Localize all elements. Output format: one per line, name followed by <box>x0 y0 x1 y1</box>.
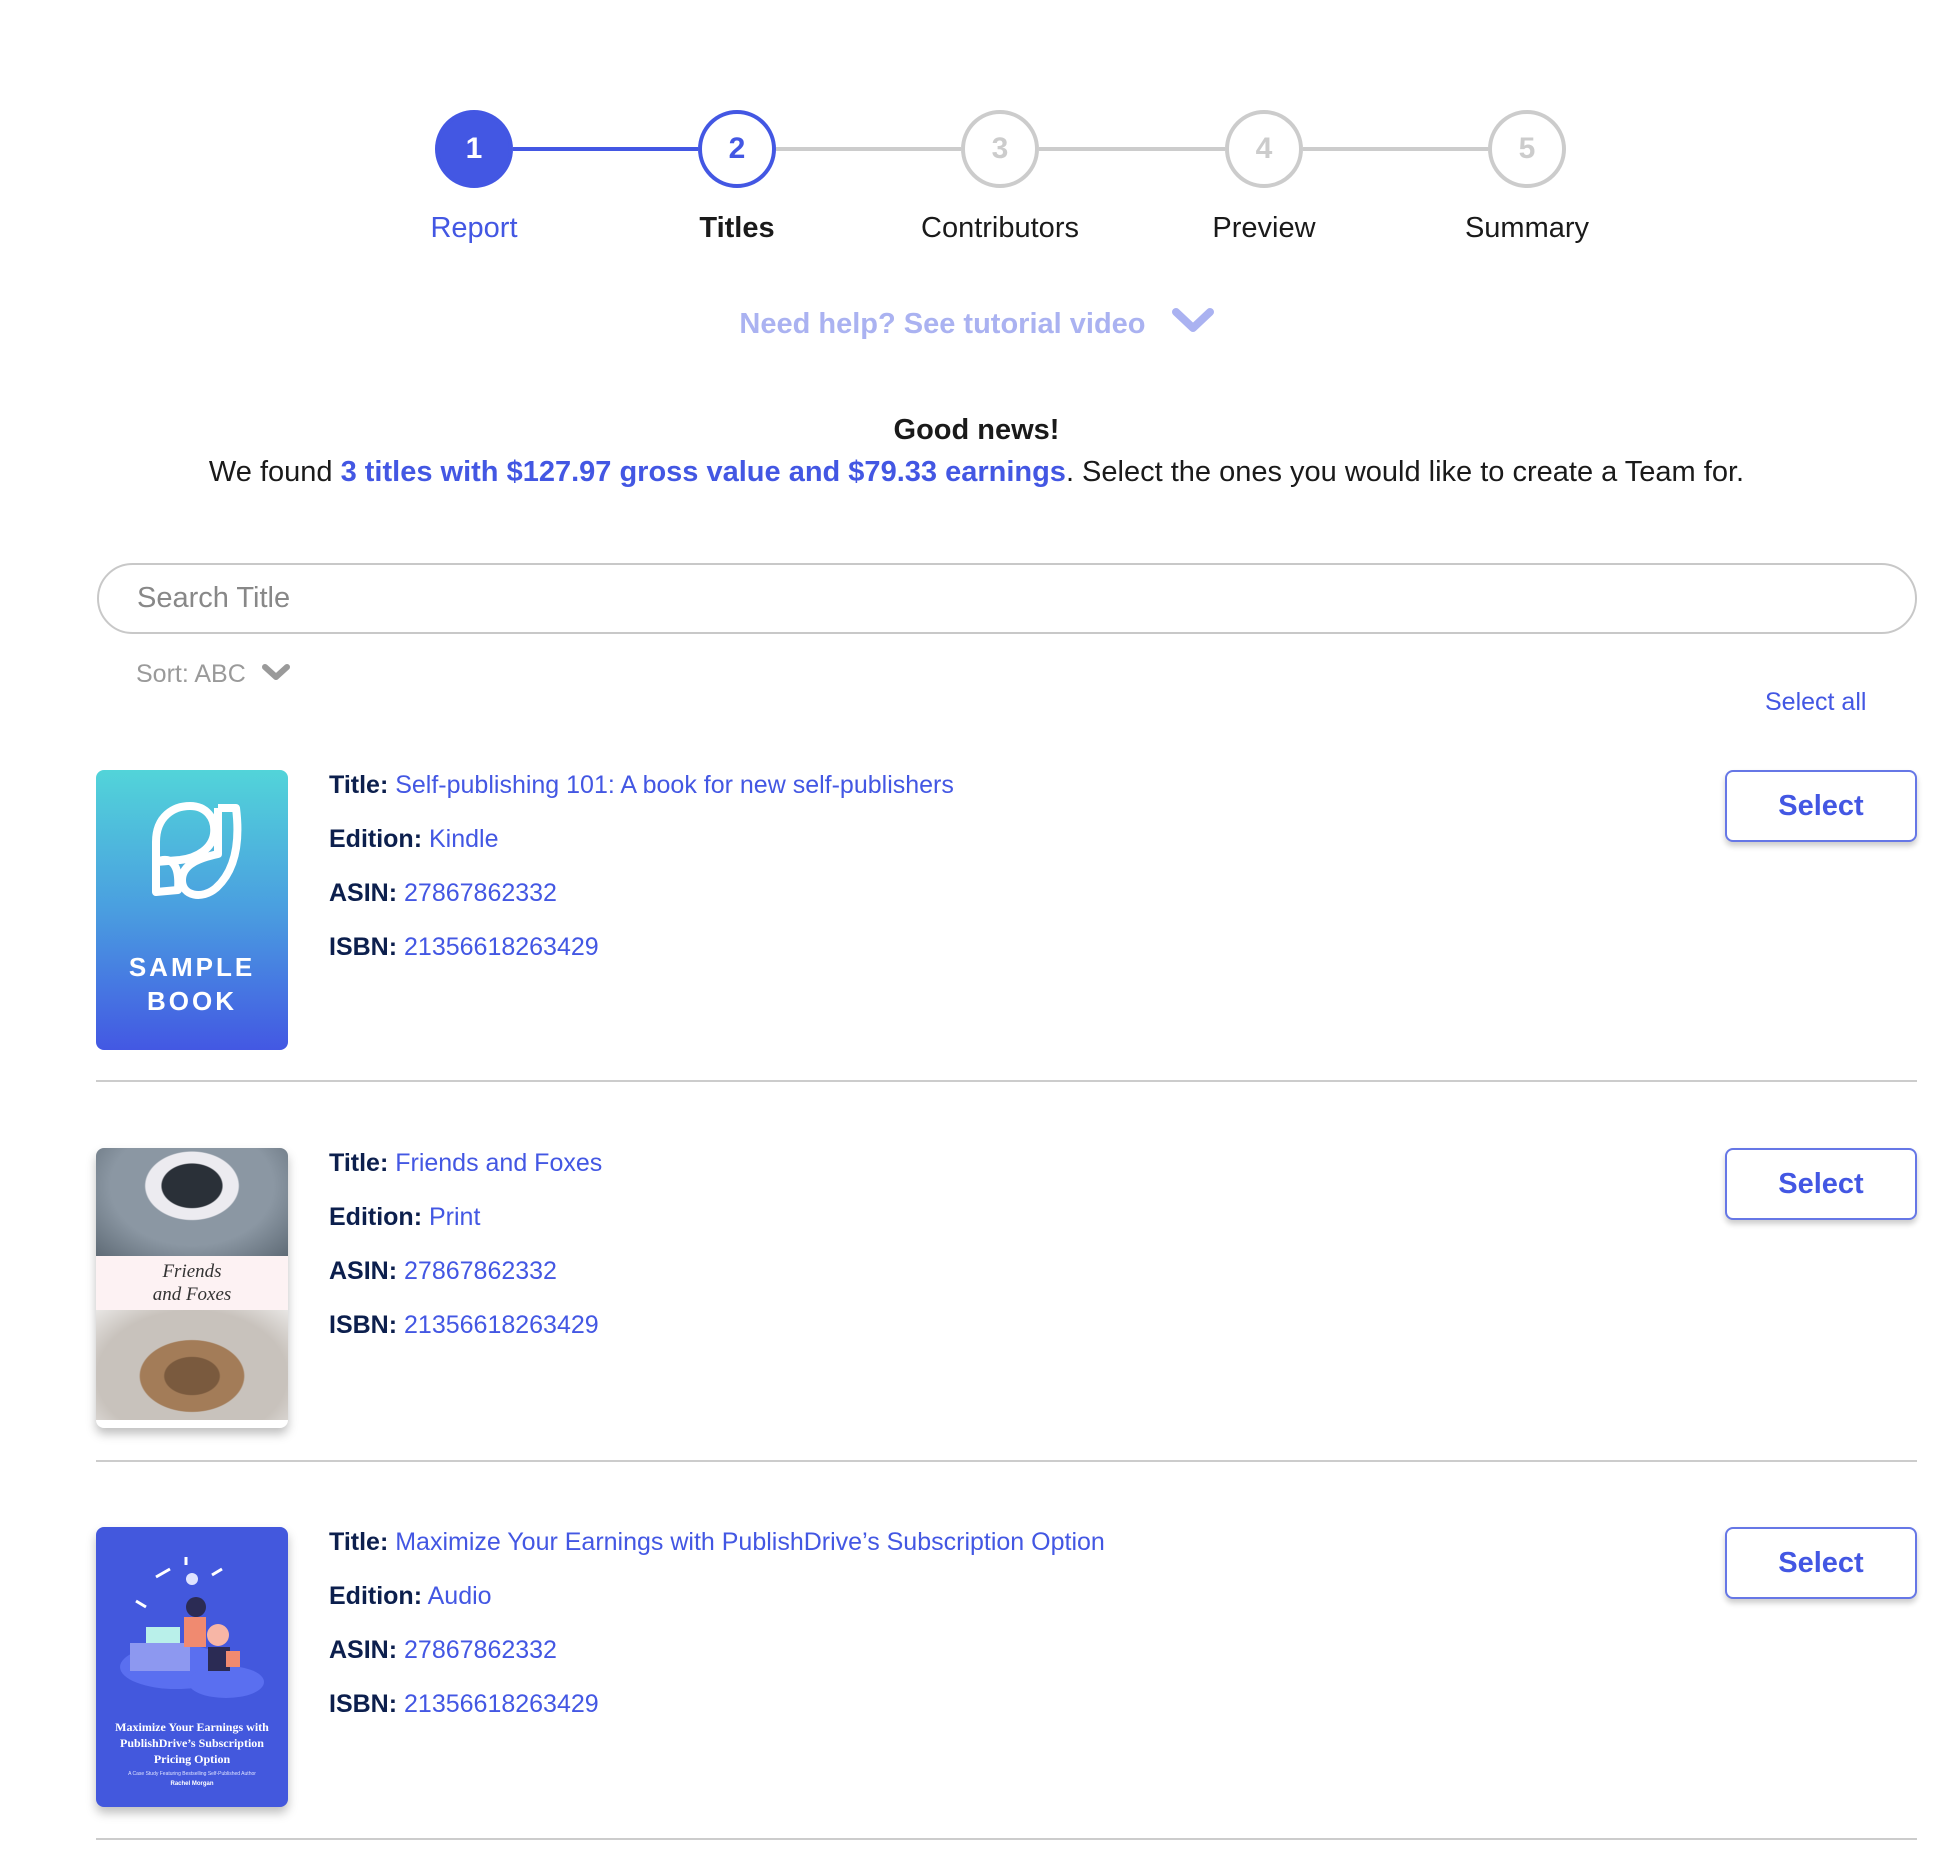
detail-asin: ASIN: 27867862332 <box>329 1635 1105 1689</box>
title-details: Title: Friends and Foxes Edition: Print … <box>329 1148 602 1364</box>
detail-value: 27867862332 <box>404 1636 557 1664</box>
cover-image-coffee <box>96 1148 288 1256</box>
detail-asin: ASIN: 27867862332 <box>329 1256 602 1310</box>
detail-edition: Edition: Kindle <box>329 824 954 878</box>
detail-key: ASIN: <box>329 1257 398 1285</box>
progress-stepper: 1 2 3 4 5 Report Titles Contributors Pre… <box>0 0 1953 260</box>
detail-title: Title: Self-publishing 101: A book for n… <box>329 770 954 824</box>
publishdrive-logo-icon <box>136 800 248 909</box>
book-cover: Friends and Foxes <box>96 1148 288 1428</box>
detail-value: 21356618263429 <box>404 1690 599 1718</box>
title-row: Maximize Your Earnings with PublishDrive… <box>96 1527 1917 1811</box>
detail-key: Title: <box>329 1149 389 1177</box>
cover-author: Rachel Morgan <box>170 1781 214 1787</box>
step-2-circle[interactable]: 2 <box>698 110 776 188</box>
cover-caption: SAMPLE BOOK <box>96 950 288 1018</box>
found-highlight: 3 titles with $127.97 gross value and $7… <box>340 456 1066 488</box>
detail-key: ISBN: <box>329 1690 398 1718</box>
step-label-preview: Preview <box>1212 212 1316 244</box>
row-divider <box>96 1460 1917 1462</box>
tutorial-video-label: Need help? See tutorial video <box>739 308 1146 340</box>
row-divider <box>96 1838 1917 1840</box>
detail-edition: Edition: Audio <box>329 1581 1105 1635</box>
cover-caption-line: and Foxes <box>152 1284 232 1305</box>
step-label-report[interactable]: Report <box>354 212 594 245</box>
select-title-button[interactable]: Select <box>1725 1148 1917 1220</box>
detail-value: Print <box>428 1203 481 1231</box>
step-label-titles: Titles <box>699 212 775 244</box>
detail-edition: Edition: Print <box>329 1202 602 1256</box>
detail-key: ASIN: <box>329 879 398 907</box>
search-title-input[interactable] <box>97 563 1917 634</box>
cover-subtitle: A Case Study Featuring Bestselling Self-… <box>128 1771 256 1777</box>
detail-key: ASIN: <box>329 1636 398 1664</box>
title-row: Friends and Foxes Title: Friends and Fox… <box>96 1148 1917 1432</box>
select-title-button[interactable]: Select <box>1725 770 1917 842</box>
found-suffix: . Select the ones you would like to crea… <box>1065 456 1745 488</box>
step-connector <box>513 147 698 151</box>
step-connector <box>1303 147 1488 151</box>
found-prefix: We found <box>208 456 341 488</box>
book-cover: Maximize Your Earnings with PublishDrive… <box>96 1527 288 1807</box>
chevron-down-icon <box>1171 308 1214 342</box>
book-cover: SAMPLE BOOK <box>96 770 288 1050</box>
cover-caption-line: Friends <box>162 1261 222 1282</box>
cover-image-fox <box>96 1310 288 1420</box>
detail-key: ISBN: <box>329 1311 398 1339</box>
detail-value: Maximize Your Earnings with PublishDrive… <box>395 1528 1105 1556</box>
detail-isbn: ISBN: 21356618263429 <box>329 1310 602 1364</box>
detail-value: 21356618263429 <box>404 933 599 961</box>
detail-key: Edition: <box>329 825 423 853</box>
step-connector <box>776 147 961 151</box>
row-divider <box>96 1080 1917 1082</box>
detail-isbn: ISBN: 21356618263429 <box>329 932 954 986</box>
detail-key: Title: <box>329 1528 389 1556</box>
detail-value: 27867862332 <box>404 879 557 907</box>
title-row: SAMPLE BOOK Title: Self-publishing 101: … <box>96 770 1917 1050</box>
cover-caption-line: SAMPLE <box>128 952 256 982</box>
step-3-circle: 3 <box>961 110 1039 188</box>
found-summary: We found 3 titles with $127.97 gross val… <box>0 456 1953 489</box>
title-details: Title: Self-publishing 101: A book for n… <box>329 770 954 986</box>
step-label-summary: Summary <box>1464 212 1590 244</box>
sort-label: Sort: ABC <box>136 660 246 688</box>
step-4-circle: 4 <box>1225 110 1303 188</box>
detail-value: 21356618263429 <box>404 1311 599 1339</box>
detail-value: Kindle <box>428 825 499 853</box>
cover-caption-line: BOOK <box>147 986 237 1016</box>
detail-value: Self-publishing 101: A book for new self… <box>395 771 954 799</box>
chevron-down-icon <box>261 660 290 689</box>
detail-key: Edition: <box>329 1203 423 1231</box>
detail-isbn: ISBN: 21356618263429 <box>329 1689 1105 1743</box>
step-1-circle[interactable]: 1 <box>435 110 513 188</box>
select-title-button[interactable]: Select <box>1725 1527 1917 1599</box>
detail-value: 27867862332 <box>404 1257 557 1285</box>
step-connector <box>1039 147 1225 151</box>
detail-value: Audio <box>427 1582 492 1610</box>
cover-caption: Maximize Your Earnings with PublishDrive… <box>115 1720 269 1766</box>
detail-key: Edition: <box>329 1582 423 1610</box>
good-news-heading: Good news! <box>893 414 1060 446</box>
step-label-contributors: Contributors <box>921 212 1079 244</box>
tutorial-video-toggle[interactable]: Need help? See tutorial video <box>0 308 1953 342</box>
detail-key: Title: <box>329 771 389 799</box>
writers-illustration-icon <box>116 1557 268 1712</box>
cover-caption: Friends and Foxes <box>96 1256 288 1310</box>
select-all-link[interactable]: Select all <box>1765 688 1866 717</box>
step-5-circle: 5 <box>1488 110 1566 188</box>
detail-title: Title: Maximize Your Earnings with Publi… <box>329 1527 1105 1581</box>
title-details: Title: Maximize Your Earnings with Publi… <box>329 1527 1105 1743</box>
detail-asin: ASIN: 27867862332 <box>329 878 954 932</box>
detail-key: ISBN: <box>329 933 398 961</box>
detail-title: Title: Friends and Foxes <box>329 1148 602 1202</box>
sort-dropdown[interactable]: Sort: ABC <box>136 660 290 689</box>
detail-value: Friends and Foxes <box>395 1149 603 1177</box>
